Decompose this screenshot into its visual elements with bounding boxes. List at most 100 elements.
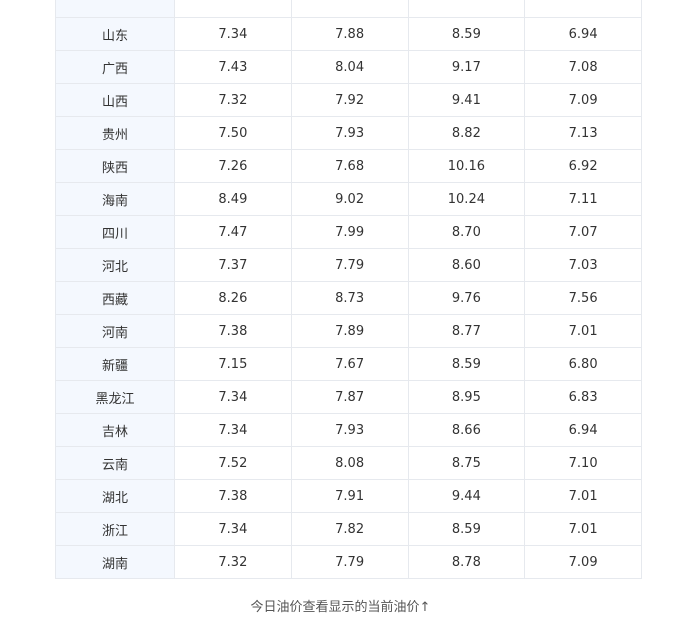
province-cell: 吉林 [55,413,175,447]
price-cell: 7.13 [524,116,642,150]
price-cell: 7.01 [524,512,642,546]
province-cell: 新疆 [55,347,175,381]
price-cell: 7.99 [290,215,409,249]
price-cell: 6.83 [524,380,642,414]
table-body: 山东 7.34 7.88 8.59 6.94 广西 7.43 8.04 9.17 7.08 山西 7.… [55,0,642,579]
price-cell: 7.87 [290,380,409,414]
price-cell [407,0,526,18]
price-cell: 8.59 [407,17,526,51]
price-cell: 7.37 [174,248,292,282]
price-cell: 7.34 [174,512,292,546]
price-cell: 8.73 [290,281,409,315]
table-row: 贵州 7.50 7.93 8.82 7.13 [55,116,642,150]
price-cell: 7.47 [174,215,292,249]
table-row: 西藏 8.26 8.73 9.76 7.56 [55,281,642,315]
table-row: 河北 7.37 7.79 8.60 7.03 [55,248,642,282]
price-cell: 7.08 [524,50,642,84]
price-cell: 7.32 [174,83,292,117]
price-cell: 8.59 [407,512,526,546]
price-cell: 8.59 [407,347,526,381]
price-cell: 9.02 [290,182,409,216]
province-cell: 山东 [55,17,175,51]
price-cell: 7.34 [174,380,292,414]
table-row: 河南 7.38 7.89 8.77 7.01 [55,314,642,348]
table-row: 云南 7.52 8.08 8.75 7.10 [55,446,642,480]
price-cell: 9.76 [407,281,526,315]
price-cell: 7.82 [290,512,409,546]
table-row: 湖南 7.32 7.79 8.78 7.09 [55,545,642,579]
price-cell: 7.11 [524,182,642,216]
price-cell: 6.92 [524,149,642,183]
price-cell: 8.66 [407,413,526,447]
price-cell: 7.43 [174,50,292,84]
price-cell [290,0,409,18]
province-cell: 浙江 [55,512,175,546]
price-cell: 7.89 [290,314,409,348]
table-row: 浙江 7.34 7.82 8.59 7.01 [55,512,642,546]
price-cell: 7.38 [174,314,292,348]
price-cell: 9.44 [407,479,526,513]
price-cell: 10.16 [407,149,526,183]
price-cell: 8.95 [407,380,526,414]
article-page: 山东 7.34 7.88 8.59 6.94 广西 7.43 8.04 9.17 7.08 山西 7.… [0,0,681,627]
price-cell: 8.49 [174,182,292,216]
price-cell: 6.80 [524,347,642,381]
price-cell: 7.50 [174,116,292,150]
price-cell: 7.32 [174,545,292,579]
price-cell: 6.94 [524,17,642,51]
price-cell: 7.01 [524,314,642,348]
price-cell: 7.68 [290,149,409,183]
price-cell: 8.08 [290,446,409,480]
table-row: 山西 7.32 7.92 9.41 7.09 [55,83,642,117]
province-cell: 四川 [55,215,175,249]
province-cell: 湖北 [55,479,175,513]
price-cell [524,0,642,18]
province-cell [55,0,175,18]
province-cell: 云南 [55,446,175,480]
price-cell: 8.26 [174,281,292,315]
price-cell: 8.77 [407,314,526,348]
province-cell: 山西 [55,83,175,117]
price-cell: 7.93 [290,116,409,150]
province-cell: 湖南 [55,545,175,579]
province-cell: 河北 [55,248,175,282]
price-cell: 8.60 [407,248,526,282]
price-cell: 10.24 [407,182,526,216]
price-cell: 7.67 [290,347,409,381]
table-row: 四川 7.47 7.99 8.70 7.07 [55,215,642,249]
price-cell: 7.56 [524,281,642,315]
price-cell: 7.03 [524,248,642,282]
table-row: 海南 8.49 9.02 10.24 7.11 [55,182,642,216]
price-cell: 7.26 [174,149,292,183]
table-row: 新疆 7.15 7.67 8.59 6.80 [55,347,642,381]
price-cell: 6.94 [524,413,642,447]
table-row: 山东 7.34 7.88 8.59 6.94 [55,17,642,51]
province-cell: 黑龙江 [55,380,175,414]
table-row [55,0,642,18]
table-row: 吉林 7.34 7.93 8.66 6.94 [55,413,642,447]
province-cell: 西藏 [55,281,175,315]
price-cell: 7.92 [290,83,409,117]
oil-price-table-container: 山东 7.34 7.88 8.59 6.94 广西 7.43 8.04 9.17 7.08 山西 7.… [55,0,642,579]
price-cell: 7.09 [524,545,642,579]
price-cell: 7.01 [524,479,642,513]
table-row: 黑龙江 7.34 7.87 8.95 6.83 [55,380,642,414]
province-cell: 海南 [55,182,175,216]
table-row: 广西 7.43 8.04 9.17 7.08 [55,50,642,84]
price-cell: 8.70 [407,215,526,249]
province-cell: 陕西 [55,149,175,183]
price-cell: 7.93 [290,413,409,447]
price-cell: 7.79 [290,248,409,282]
price-cell: 7.52 [174,446,292,480]
price-cell: 8.78 [407,545,526,579]
price-cell: 7.34 [174,413,292,447]
oil-price-table: 山东 7.34 7.88 8.59 6.94 广西 7.43 8.04 9.17 7.08 山西 7.… [55,0,642,579]
price-cell: 7.91 [290,479,409,513]
table-row: 湖北 7.38 7.91 9.44 7.01 [55,479,642,513]
price-cell: 7.15 [174,347,292,381]
price-cell: 9.17 [407,50,526,84]
price-cell: 8.82 [407,116,526,150]
province-cell: 广西 [55,50,175,84]
price-cell: 7.10 [524,446,642,480]
price-cell [174,0,292,18]
